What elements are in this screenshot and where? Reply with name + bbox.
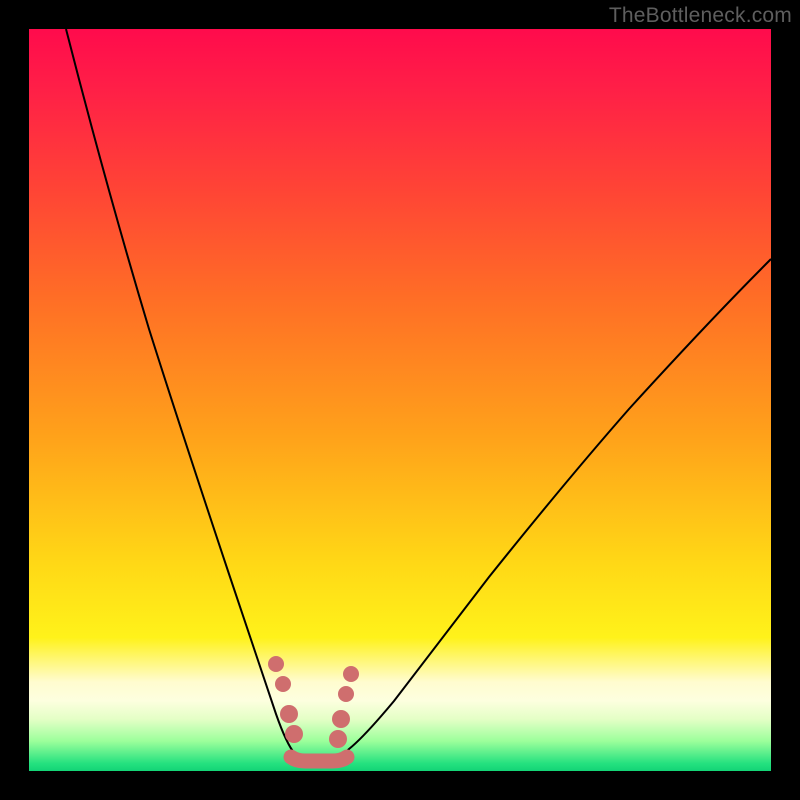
- marker-dot: [332, 710, 350, 728]
- watermark-text: TheBottleneck.com: [609, 4, 792, 28]
- marker-dot: [343, 666, 359, 682]
- plot-area: [29, 29, 771, 771]
- right-curve: [335, 259, 771, 759]
- curve-markers: [268, 656, 359, 748]
- marker-dot: [329, 730, 347, 748]
- marker-dot: [285, 725, 303, 743]
- marker-dot: [280, 705, 298, 723]
- marker-dot: [338, 686, 354, 702]
- marker-dot: [268, 656, 284, 672]
- left-curve: [66, 29, 305, 759]
- chart-frame: TheBottleneck.com: [0, 0, 800, 800]
- curve-layer: [29, 29, 771, 771]
- valley-segment: [291, 757, 347, 761]
- marker-dot: [275, 676, 291, 692]
